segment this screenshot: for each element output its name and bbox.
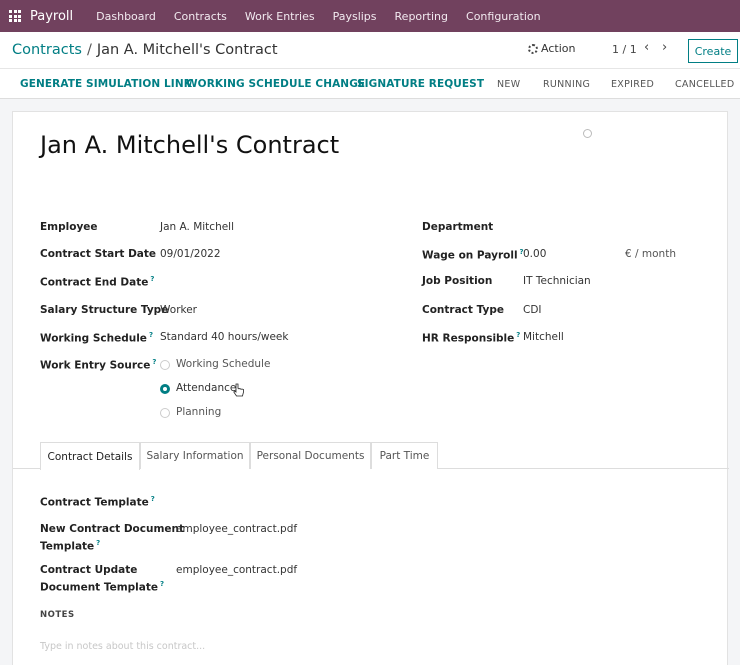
contract-start-label: Contract Start Date xyxy=(40,248,157,260)
new-contract-doc-label: New Contract Document xyxy=(40,523,185,535)
help-tooltip-icon[interactable]: ? xyxy=(96,539,100,547)
radio-attendance[interactable] xyxy=(160,384,170,394)
employee-field[interactable]: Jan A. Mitchell xyxy=(160,221,234,233)
breadcrumb-separator: / xyxy=(86,42,92,58)
apps-menu-icon[interactable] xyxy=(9,10,21,22)
stage-running[interactable]: RUNNING xyxy=(543,79,590,90)
notes-heading: NOTES xyxy=(40,610,75,620)
nav-payslips[interactable]: Payslips xyxy=(333,10,377,23)
radio-working-schedule-label[interactable]: Working Schedule xyxy=(176,358,270,370)
pager-previous-icon[interactable]: ‹ xyxy=(644,40,649,55)
breadcrumb: Contracts / Jan A. Mitchell's Contract xyxy=(12,42,278,58)
contract-start-field[interactable]: 09/01/2022 xyxy=(160,248,221,260)
help-tooltip-icon[interactable]: ? xyxy=(160,580,164,588)
nav-configuration[interactable]: Configuration xyxy=(466,10,541,23)
new-contract-doc-label-line2: Template? xyxy=(40,539,101,553)
help-tooltip-icon[interactable]: ? xyxy=(150,275,154,283)
employee-label: Employee xyxy=(40,221,98,233)
hand-cursor-icon xyxy=(233,383,244,397)
contract-end-label: Contract End Date? xyxy=(40,275,155,289)
contract-type-field[interactable]: CDI xyxy=(523,304,542,316)
pager-value[interactable]: 1 / 1 xyxy=(612,43,637,56)
salary-structure-label: Salary Structure Type xyxy=(40,304,169,316)
contract-type-label: Contract Type xyxy=(422,304,504,316)
contract-title[interactable]: Jan A. Mitchell's Contract xyxy=(40,131,339,159)
help-tooltip-icon[interactable]: ? xyxy=(516,331,520,339)
control-panel: Contracts / Jan A. Mitchell's Contract Act… xyxy=(0,32,740,68)
radio-planning[interactable] xyxy=(160,408,170,418)
signature-request-button[interactable]: SIGNATURE REQUEST xyxy=(357,78,484,90)
hr-responsible-field[interactable]: Mitchell xyxy=(523,331,564,343)
nav-work-entries[interactable]: Work Entries xyxy=(245,10,315,23)
notes-input[interactable]: Type in notes about this contract... xyxy=(40,641,205,652)
new-contract-doc-field[interactable]: employee_contract.pdf xyxy=(176,523,297,535)
priority-circle-icon[interactable] xyxy=(583,129,592,138)
working-schedule-field[interactable]: Standard 40 hours/week xyxy=(160,331,288,343)
radio-attendance-label[interactable]: Attendance xyxy=(176,382,236,394)
stage-expired[interactable]: EXPIRED xyxy=(611,79,654,90)
contract-update-doc-label-line2: Document Template? xyxy=(40,580,165,594)
breadcrumb-current: Jan A. Mitchell's Contract xyxy=(96,42,278,58)
hr-responsible-label: HR Responsible? xyxy=(422,331,521,345)
wage-unit: € / month xyxy=(625,248,676,260)
nav-reporting[interactable]: Reporting xyxy=(395,10,448,23)
work-entry-source-label: Work Entry Source? xyxy=(40,358,157,372)
action-label: Action xyxy=(541,42,576,55)
tab-salary-information[interactable]: Salary Information xyxy=(140,442,250,469)
generate-simulation-link-button[interactable]: GENERATE SIMULATION LINK xyxy=(20,78,192,90)
department-label: Department xyxy=(422,221,494,233)
action-button[interactable]: Action xyxy=(528,42,575,55)
contract-update-doc-label: Contract Update xyxy=(40,564,138,576)
working-schedule-label: Working Schedule? xyxy=(40,331,153,345)
wage-field[interactable]: 0.00 xyxy=(523,248,546,260)
help-tooltip-icon[interactable]: ? xyxy=(151,495,155,503)
create-button[interactable]: Create xyxy=(688,39,738,63)
nav-contracts[interactable]: Contracts xyxy=(174,10,227,23)
help-tooltip-icon[interactable]: ? xyxy=(152,358,156,366)
help-tooltip-icon[interactable]: ? xyxy=(149,331,153,339)
top-navbar: Payroll Dashboard Contracts Work Entries… xyxy=(0,0,740,32)
pager-next-icon[interactable]: › xyxy=(662,40,667,55)
status-bar: GENERATE SIMULATION LINK WORKING SCHEDUL… xyxy=(0,68,740,99)
stage-new[interactable]: NEW xyxy=(497,79,520,90)
notebook-tabs: Contract Details Salary Information Pers… xyxy=(13,442,729,470)
app-name[interactable]: Payroll xyxy=(30,9,73,24)
salary-structure-field[interactable]: Worker xyxy=(160,304,197,316)
tab-personal-documents[interactable]: Personal Documents xyxy=(250,442,371,469)
contract-update-doc-field[interactable]: employee_contract.pdf xyxy=(176,564,297,576)
nav-dashboard[interactable]: Dashboard xyxy=(96,10,156,23)
working-schedule-change-button[interactable]: WORKING SCHEDULE CHANGE xyxy=(186,78,365,90)
job-position-field[interactable]: IT Technician xyxy=(523,275,591,287)
breadcrumb-contracts-link[interactable]: Contracts xyxy=(12,42,82,58)
form-sheet: Jan A. Mitchell's Contract Employee Jan … xyxy=(12,111,729,665)
job-position-label: Job Position xyxy=(422,275,493,287)
wage-label: Wage on Payroll? xyxy=(422,248,524,262)
tab-part-time[interactable]: Part Time xyxy=(371,442,438,469)
tab-contract-details[interactable]: Contract Details xyxy=(40,442,140,470)
radio-working-schedule[interactable] xyxy=(160,360,170,370)
contract-template-label: Contract Template? xyxy=(40,495,155,509)
stage-cancelled[interactable]: CANCELLED xyxy=(675,79,734,90)
gear-icon xyxy=(528,43,538,54)
radio-planning-label[interactable]: Planning xyxy=(176,406,221,418)
